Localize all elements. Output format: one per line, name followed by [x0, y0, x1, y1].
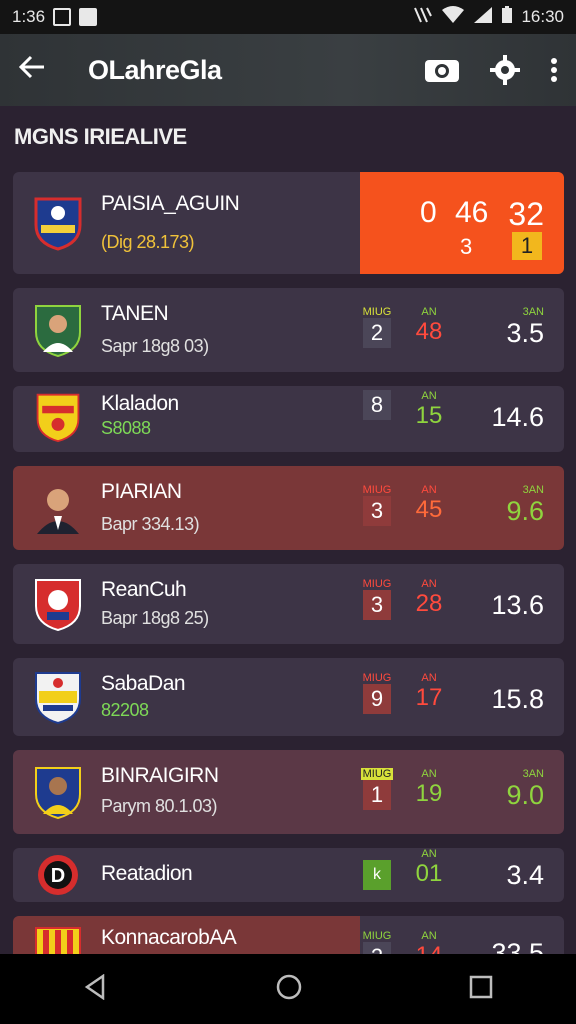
- featured-team-name: PAISIA_AGUIN: [101, 192, 240, 215]
- status-right-time: 16:30: [521, 7, 564, 26]
- camera-icon[interactable]: [424, 57, 460, 83]
- col-a-value: 9: [363, 684, 391, 714]
- score-badge: 1: [512, 232, 542, 260]
- col-a-value: 2: [363, 318, 391, 348]
- gear-icon[interactable]: [490, 55, 520, 85]
- col-c-value: 3.4: [506, 860, 544, 890]
- team-name: BINRAIGIRN: [101, 764, 219, 787]
- team-crest-icon: [33, 576, 83, 632]
- featured-score-panel: 0 46 32 3 1: [360, 172, 564, 274]
- col-c-label: 3AN: [522, 306, 544, 318]
- status-bar: 1:36 16:30: [0, 0, 576, 34]
- col-c-value: 9.6: [506, 496, 544, 526]
- featured-match-row[interactable]: PAISIA_AGUIN (Dig 28.173) 0 46 32 3 1: [13, 172, 564, 274]
- team-name: Klaladon: [101, 392, 179, 415]
- circle-home-icon[interactable]: [275, 973, 303, 1006]
- col-b-label: AN: [421, 390, 437, 402]
- triangle-back-icon[interactable]: [83, 973, 109, 1005]
- team-name: SabaDan: [101, 672, 186, 695]
- match-row[interactable]: ReanCuh Bapr 18g8 25) MIUG 3 AN 28 13.6: [13, 564, 564, 644]
- match-row[interactable]: Klaladon S8088 8 AN 15 14.6: [13, 386, 564, 452]
- app-title: OLahreGla: [88, 54, 222, 85]
- player-crest-icon: [33, 764, 83, 820]
- col-c-value: 14.6: [491, 402, 544, 432]
- team-name: TANEN: [101, 302, 169, 325]
- col-a-label: MIUG: [362, 930, 392, 942]
- col-c-label: 3AN: [522, 484, 544, 496]
- col-b-label: AN: [421, 848, 437, 860]
- battery-icon: [501, 5, 513, 29]
- col-a-label: MIUG: [362, 672, 392, 684]
- team-crest-icon: [33, 391, 83, 447]
- team-name: Reatadion: [101, 862, 193, 885]
- nfc-icon: [413, 6, 433, 29]
- match-list: PAISIA_AGUIN (Dig 28.173) 0 46 32 3 1 TA…: [13, 172, 564, 1002]
- team-crest-icon: [33, 195, 83, 251]
- col-a-value: 1: [363, 780, 391, 810]
- arrow-left-icon[interactable]: [18, 53, 58, 87]
- match-row[interactable]: BINRAIGIRN Parym 80.1.03) MIUG 1 AN 19 3AN…: [13, 750, 564, 834]
- status-time: 1:36: [12, 7, 46, 26]
- col-b-value: 28: [415, 590, 443, 617]
- wifi-icon: [441, 5, 465, 29]
- match-row[interactable]: TANEN Sapr 18g8 03) MIUG 2 AN 48 3AN 3.5: [13, 288, 564, 372]
- section-title: MGNS IRIEALIVE: [14, 124, 187, 149]
- player-avatar-icon: [33, 480, 83, 536]
- gallery-notification-icon: [53, 8, 72, 26]
- featured-subtitle: (Dig 28.173): [101, 232, 195, 252]
- col-b-label: AN: [421, 578, 437, 590]
- col-c-value: 15.8: [491, 684, 544, 714]
- team-name: KonnacarobAA: [101, 926, 237, 949]
- more-vert-icon[interactable]: [550, 57, 558, 83]
- col-b-value: 19: [415, 780, 443, 807]
- match-row[interactable]: SabaDan 82208 MIUG 9 AN 17 15.8: [13, 658, 564, 736]
- system-nav-bar: [0, 954, 576, 1024]
- col-a-value: 3: [363, 496, 391, 526]
- team-subtitle: 82208: [101, 700, 149, 720]
- col-b-value: 01: [415, 860, 443, 887]
- team-name: PIARIAN: [101, 480, 182, 503]
- col-a-value: 3: [363, 590, 391, 620]
- col-a-label: MIUG: [362, 484, 392, 496]
- col-b-label: AN: [421, 930, 437, 942]
- app-bar: OLahreGla: [0, 34, 576, 106]
- col-a-label: MIUG: [362, 306, 392, 318]
- col-b-value: 48: [415, 318, 443, 345]
- score-sub: 3: [460, 234, 473, 259]
- score-mid: 46: [455, 196, 489, 229]
- svg-text:D: D: [51, 865, 65, 887]
- col-c-value: 9.0: [506, 780, 544, 810]
- col-c-value: 13.6: [491, 590, 544, 620]
- col-a-label: MIUG: [361, 768, 393, 780]
- team-name: ReanCuh: [101, 578, 187, 601]
- col-b-label: AN: [421, 484, 437, 496]
- col-c-value: 3.5: [506, 318, 544, 348]
- col-a-value: 8: [363, 390, 391, 420]
- team-subtitle: Bapr 334.13): [101, 514, 200, 534]
- team-crest-icon: [33, 669, 83, 725]
- signal-icon: [473, 6, 493, 29]
- team-subtitle: Bapr 18g8 25): [101, 608, 209, 628]
- score-left: 0: [420, 196, 437, 229]
- score-right: 32: [508, 196, 544, 232]
- app-notification-icon: [79, 8, 98, 26]
- col-b-value: 45: [415, 496, 443, 523]
- player-crest-icon: [33, 302, 83, 358]
- team-subtitle: S8088: [101, 418, 151, 438]
- match-row[interactable]: PIARIAN Bapr 334.13) MIUG 3 AN 45 3AN 9.6: [13, 466, 564, 550]
- col-a-label: MIUG: [362, 578, 392, 590]
- col-a-value: k: [363, 860, 391, 890]
- match-row[interactable]: D Reatadion k AN 01 3.4: [13, 848, 564, 902]
- square-recents-icon[interactable]: [469, 975, 493, 1004]
- team-subtitle: Parym 80.1.03): [101, 796, 218, 816]
- col-b-label: AN: [421, 768, 437, 780]
- col-b-value: 15: [415, 402, 443, 429]
- col-b-label: AN: [421, 306, 437, 318]
- col-c-label: 3AN: [522, 768, 544, 780]
- col-b-label: AN: [421, 672, 437, 684]
- team-subtitle: Sapr 18g8 03): [101, 336, 209, 356]
- team-crest-icon: D: [33, 852, 83, 898]
- col-b-value: 17: [415, 684, 443, 711]
